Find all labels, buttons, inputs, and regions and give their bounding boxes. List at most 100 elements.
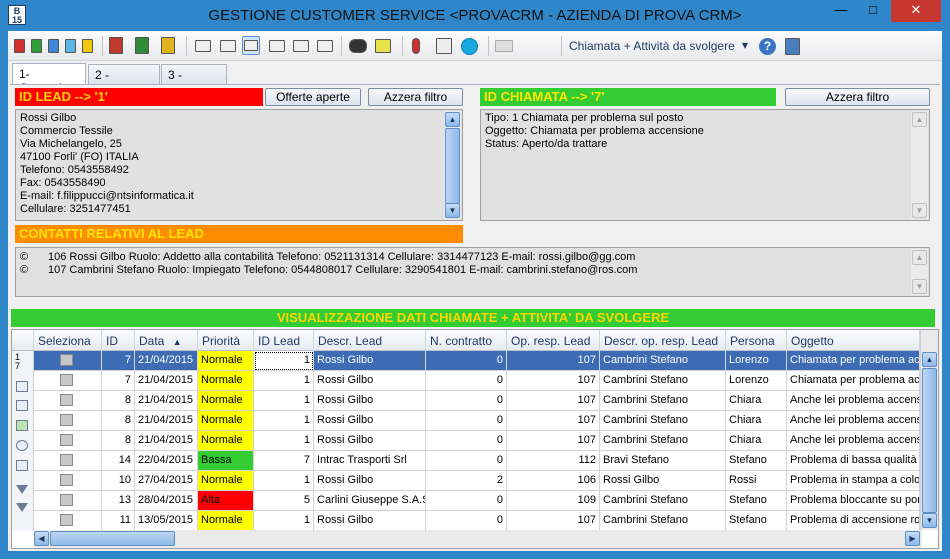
cell-data[interactable]: 21/04/2015 <box>135 351 198 371</box>
scroll-right-icon[interactable]: ▶ <box>905 531 920 546</box>
table-row[interactable]: 13 28/04/2015 Alta 5 Carlini Giuseppe S.A.S 0… <box>34 491 920 511</box>
col-descr-op-resp-lead[interactable]: Descr. op. resp. Lead <box>600 330 726 351</box>
grid-horizontal-scrollbar[interactable]: ◀ ▶ <box>34 530 922 548</box>
printer-blue-button[interactable] <box>242 36 260 55</box>
grid-tool-icon[interactable] <box>16 381 28 392</box>
select-checkbox[interactable] <box>60 374 73 386</box>
col-id[interactable]: ID <box>102 330 135 351</box>
cell-op[interactable]: 107 <box>507 411 600 431</box>
select-checkbox[interactable] <box>60 474 73 486</box>
skype-icon[interactable] <box>461 38 478 55</box>
cell-op[interactable]: 107 <box>507 371 600 391</box>
cell-descr_op[interactable]: Cambrini Stefano <box>600 491 726 511</box>
col-persona[interactable]: Persona <box>726 330 787 351</box>
cell-contratto[interactable]: 0 <box>426 491 507 511</box>
cell-priorita[interactable]: Normale <box>198 471 254 491</box>
close-button[interactable]: ✕ <box>891 0 941 22</box>
blue-document-icon[interactable] <box>48 39 59 53</box>
scroll-thumb[interactable] <box>50 531 175 546</box>
cell-data[interactable]: 21/04/2015 <box>135 431 198 451</box>
cell-oggetto[interactable]: Anche lei problema accensione <box>787 411 920 431</box>
cell-oggetto[interactable]: Problema di bassa qualità <box>787 451 920 471</box>
cell-descr[interactable]: Rossi Gilbo <box>314 391 426 411</box>
printer-orange-icon[interactable] <box>293 40 309 52</box>
cell-data[interactable]: 13/05/2015 <box>135 511 198 531</box>
cell-op[interactable]: 107 <box>507 351 600 371</box>
scroll-down-icon[interactable]: ▼ <box>445 203 460 218</box>
cell-id[interactable]: 13 <box>102 491 135 511</box>
cell-descr_op[interactable]: Cambrini Stefano <box>600 371 726 391</box>
cell-id[interactable]: 7 <box>102 351 135 371</box>
cell-idlead[interactable]: 7 <box>254 451 314 471</box>
col-oggetto[interactable]: Oggetto <box>787 330 920 351</box>
cell-priorita[interactable]: Normale <box>198 411 254 431</box>
cell-persona[interactable]: Lorenzo <box>726 351 787 371</box>
chiamata-scrollbar[interactable]: ▲ ▼ <box>911 111 928 219</box>
list-options-icon[interactable] <box>375 39 391 53</box>
filter-icon[interactable] <box>16 485 28 494</box>
cell-descr_op[interactable]: Cambrini Stefano <box>600 411 726 431</box>
red-book-icon[interactable] <box>109 37 123 54</box>
cell-data[interactable]: 22/04/2015 <box>135 451 198 471</box>
cell-data[interactable]: 27/04/2015 <box>135 471 198 491</box>
cell-priorita[interactable]: Normale <box>198 431 254 451</box>
grid-list-icon[interactable] <box>16 400 28 411</box>
cell-descr[interactable]: Carlini Giuseppe S.A.S <box>314 491 426 511</box>
col-seleziona[interactable]: Seleziona <box>34 330 102 351</box>
calendar-grid-icon[interactable] <box>436 38 452 54</box>
seleziona-cell[interactable] <box>34 491 102 511</box>
cell-descr[interactable]: Rossi Gilbo <box>314 471 426 491</box>
cell-id[interactable]: 10 <box>102 471 135 491</box>
cell-id[interactable]: 8 <box>102 391 135 411</box>
scroll-down-icon[interactable]: ▼ <box>912 279 927 294</box>
cell-descr_op[interactable]: Rossi Gilbo <box>600 471 726 491</box>
select-checkbox[interactable] <box>60 434 73 446</box>
scroll-down-icon[interactable]: ▼ <box>922 513 937 528</box>
green-book-icon[interactable] <box>135 37 149 54</box>
cell-idlead[interactable]: 1 <box>254 371 314 391</box>
col-data[interactable]: Data ▲ <box>135 330 198 351</box>
cell-op[interactable]: 112 <box>507 451 600 471</box>
seleziona-cell[interactable] <box>34 431 102 451</box>
table-row[interactable]: 11 13/05/2015 Normale 1 Rossi Gilbo 0 107 Cambr… <box>34 511 920 531</box>
cell-descr_op[interactable]: Bravi Stefano <box>600 451 726 471</box>
select-checkbox[interactable] <box>60 354 73 366</box>
grid-view-icon[interactable] <box>16 460 28 471</box>
scroll-up-icon[interactable]: ▲ <box>912 250 927 265</box>
scroll-down-icon[interactable]: ▼ <box>912 203 927 218</box>
pin-icon[interactable] <box>412 38 420 54</box>
cell-contratto[interactable]: 0 <box>426 451 507 471</box>
cell-persona[interactable]: Lorenzo <box>726 371 787 391</box>
cell-priorita[interactable]: Bassa <box>198 451 254 471</box>
cell-descr[interactable]: Rossi Gilbo <box>314 351 426 371</box>
cell-oggetto[interactable]: Problema di accensione router <box>787 511 920 531</box>
cell-idlead[interactable]: 1 <box>254 471 314 491</box>
col-descr-lead[interactable]: Descr. Lead <box>314 330 426 351</box>
exit-door-icon[interactable] <box>785 38 800 55</box>
table-row[interactable]: 7 21/04/2015 Normale 1 Rossi Gilbo 0 107 Cambri… <box>34 371 920 391</box>
cell-data[interactable]: 28/04/2015 <box>135 491 198 511</box>
cell-contratto[interactable]: 0 <box>426 411 507 431</box>
cell-descr[interactable]: Rossi Gilbo <box>314 371 426 391</box>
col-id-lead[interactable]: ID Lead <box>254 330 314 351</box>
cell-data[interactable]: 21/04/2015 <box>135 391 198 411</box>
cell-op[interactable]: 106 <box>507 471 600 491</box>
cell-descr_op[interactable]: Cambrini Stefano <box>600 351 726 371</box>
printer-green-icon[interactable] <box>220 40 236 52</box>
cell-idlead[interactable]: 5 <box>254 491 314 511</box>
contact-row[interactable]: © 107 Cambrini Stefano Ruolo: Impiegato … <box>20 264 909 277</box>
printer-red-icon[interactable] <box>195 40 211 52</box>
seleziona-cell[interactable] <box>34 471 102 491</box>
maximize-button[interactable]: □ <box>858 0 888 22</box>
cell-persona[interactable]: Stefano <box>726 491 787 511</box>
filter-remove-icon[interactable] <box>16 503 28 512</box>
cell-descr[interactable]: Rossi Gilbo <box>314 411 426 431</box>
table-row[interactable]: 8 21/04/2015 Normale 1 Rossi Gilbo 0 107 Cambri… <box>34 431 920 451</box>
cell-id[interactable]: 11 <box>102 511 135 531</box>
cell-id[interactable]: 7 <box>102 371 135 391</box>
offerte-aperte-button[interactable]: Offerte aperte <box>265 88 361 106</box>
scroll-left-icon[interactable]: ◀ <box>34 531 49 546</box>
cell-priorita[interactable]: Normale <box>198 511 254 531</box>
col-op-resp-lead[interactable]: Op. resp. Lead <box>507 330 600 351</box>
printer-yellow-icon[interactable] <box>317 40 333 52</box>
